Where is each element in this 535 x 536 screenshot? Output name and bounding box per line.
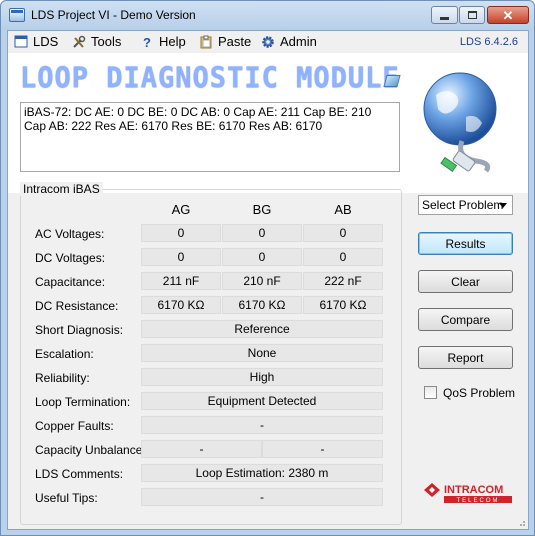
window-icon (9, 8, 25, 22)
row-label-dc-resistance: DC Resistance: (35, 299, 119, 313)
row-label-loop-termination: Loop Termination: (35, 395, 131, 409)
dc-resistance-bg: 6170 KΩ (222, 296, 302, 314)
reliability-value: High (141, 368, 383, 386)
dc-voltage-ag: 0 (141, 248, 221, 266)
menu-lds-label: LDS (33, 34, 59, 49)
capacitance-ag: 211 nF (141, 272, 221, 290)
maximize-button[interactable] (459, 6, 485, 24)
loop-termination-value: Equipment Detected (141, 392, 383, 410)
menu-admin-label: Admin (280, 34, 317, 49)
row-label-capacitance: Capacitance: (35, 275, 106, 289)
row-label-copper-faults: Copper Faults: (35, 419, 114, 433)
menu-tools[interactable]: Tools (72, 34, 121, 49)
clear-button[interactable]: Clear (418, 270, 513, 293)
capacitance-bg: 210 nF (222, 272, 302, 290)
select-problem-value: Select Problem (422, 198, 504, 212)
chevron-down-icon (499, 203, 507, 208)
version-label: LDS 6.4.2.6 (459, 36, 518, 48)
qos-problem-checkbox[interactable] (424, 386, 437, 399)
menu-bar: LDS Tools ? Help Paste Admin LDS 6.4.2.6 (8, 31, 528, 53)
panel-title: Intracom iBAS (20, 182, 103, 196)
close-icon: ✕ (502, 7, 514, 23)
results-button[interactable]: Results (418, 232, 513, 255)
capacity-unbalance-left: - (141, 440, 262, 458)
ac-voltage-ab: 0 (303, 224, 383, 242)
row-label-ac-voltages: AC Voltages: (35, 227, 105, 241)
qos-problem-label[interactable]: QoS Problem (443, 386, 515, 400)
close-button[interactable]: ✕ (487, 6, 529, 24)
row-label-reliability: Reliability: (35, 371, 90, 385)
menu-admin[interactable]: Admin (261, 34, 317, 49)
row-label-escalation: Escalation: (35, 347, 94, 361)
column-header-ab: AB (334, 202, 352, 217)
dc-resistance-ab: 6170 KΩ (303, 296, 383, 314)
row-label-lds-comments: LDS Comments: (35, 467, 124, 481)
menu-paste[interactable]: Paste (199, 34, 251, 49)
logo-subtext: TELECOM (456, 498, 499, 504)
network-globe-icon (423, 72, 497, 173)
report-button[interactable]: Report (418, 346, 513, 369)
row-label-useful-tips: Useful Tips: (35, 491, 98, 505)
intracom-logo: INTRACOM TELECOM (424, 483, 512, 504)
capacitance-ab: 222 nF (303, 272, 383, 290)
clipboard-icon (199, 35, 213, 49)
window-icon (14, 35, 28, 49)
tools-icon (72, 35, 86, 49)
lds-comments-value: Loop Estimation: 2380 m (141, 464, 383, 482)
row-label-dc-voltages: DC Voltages: (35, 251, 106, 265)
capacity-unbalance-right: - (262, 440, 383, 458)
gear-icon (261, 35, 275, 49)
escalation-value: None (141, 344, 383, 362)
maximize-icon (467, 11, 477, 19)
header-area: LOOP DIAGNOSTIC MODULE iBAS-72: DC AE: 0 (8, 53, 528, 193)
minimize-icon (440, 16, 449, 20)
svg-text:?: ? (143, 35, 151, 49)
module-banner: LOOP DIAGNOSTIC MODULE (20, 62, 400, 95)
help-icon: ? (140, 35, 154, 50)
title-bar[interactable]: LDS Project VI - Demo Version ✕ (1, 1, 534, 30)
row-label-short-diagnosis: Short Diagnosis: (35, 323, 124, 337)
client-area: LDS Tools ? Help Paste Admin LDS 6.4.2.6… (7, 30, 529, 530)
minimize-button[interactable] (431, 6, 458, 24)
menu-help-label: Help (159, 34, 186, 49)
row-label-capacity-unbalance: Capacity Unbalance: (35, 443, 146, 457)
menu-help[interactable]: ? Help (140, 34, 186, 50)
dc-voltage-bg: 0 (222, 248, 302, 266)
resize-grip-icon[interactable] (516, 517, 526, 527)
column-header-bg: BG (252, 202, 272, 217)
copper-faults-value: - (141, 416, 383, 434)
short-diagnosis-value: Reference (141, 320, 383, 338)
menu-tools-label: Tools (91, 34, 122, 49)
ac-voltage-ag: 0 (141, 224, 221, 242)
menu-lds[interactable]: LDS (14, 34, 58, 49)
app-window: LDS Project VI - Demo Version ✕ LDS Tool… (0, 0, 535, 536)
column-header-ag: AG (171, 202, 191, 217)
diagnostic-status-text[interactable]: iBAS-72: DC AE: 0 DC BE: 0 DC AB: 0 Cap … (20, 102, 400, 172)
window-title: LDS Project VI - Demo Version (31, 8, 196, 22)
ac-voltage-bg: 0 (222, 224, 302, 242)
dc-voltage-ab: 0 (303, 248, 383, 266)
menu-paste-label: Paste (218, 34, 252, 49)
useful-tips-value: - (141, 488, 383, 506)
select-problem-dropdown[interactable]: Select Problem (418, 195, 513, 215)
compare-button[interactable]: Compare (418, 308, 513, 331)
logo-text: INTRACOM (444, 484, 503, 496)
dc-resistance-ag: 6170 KΩ (141, 296, 221, 314)
